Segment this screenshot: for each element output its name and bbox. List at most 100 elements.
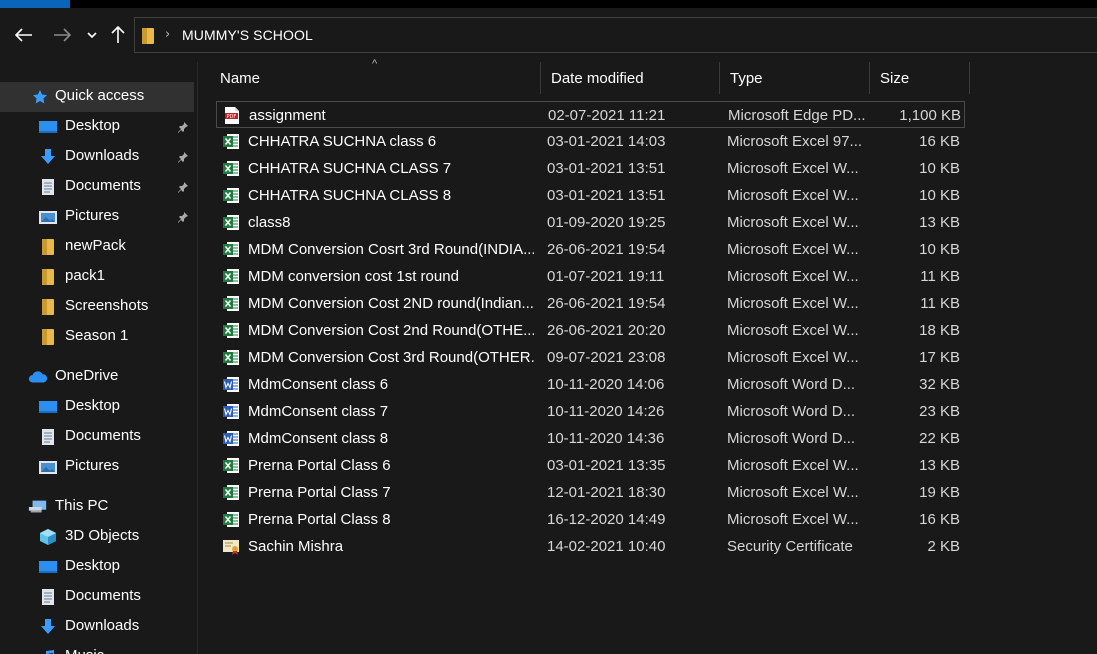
pictures-icon	[38, 458, 58, 476]
excel-icon	[222, 132, 240, 151]
file-name: Sachin Mishra	[248, 538, 344, 555]
sidebar-item-3d-objects[interactable]: 3D Objects	[0, 522, 197, 552]
breadcrumb-current-folder[interactable]: MUMMY'S SCHOOL	[182, 27, 313, 43]
address-bar[interactable]: › MUMMY'S SCHOOL	[134, 17, 1097, 53]
file-size: 1,100 KB	[899, 107, 961, 124]
folder-icon	[38, 268, 58, 286]
file-date-modified: 10-11-2020 14:36	[547, 430, 665, 447]
file-name: MDM Conversion Cost 3rd Round(OTHER...	[248, 349, 534, 366]
star-icon	[30, 88, 50, 106]
sidebar-item-onedrive[interactable]: OneDrive	[0, 362, 197, 392]
up-button[interactable]	[104, 22, 132, 48]
pin-icon[interactable]	[177, 120, 189, 137]
window-top-strip	[0, 0, 1097, 8]
file-size: 32 KB	[919, 376, 960, 393]
file-row[interactable]: CHHATRA SUCHNA CLASS 7 03-01-2021 13:51 Mi…	[216, 155, 965, 182]
column-separator[interactable]	[969, 62, 970, 94]
sidebar-item-pack1[interactable]: pack1	[0, 262, 197, 292]
file-date-modified: 16-12-2020 14:49	[547, 511, 666, 528]
file-row[interactable]: MDM Conversion Cost 3rd Round(OTHER... 09…	[216, 344, 965, 371]
file-row[interactable]: Prerna Portal Class 8 16-12-2020 14:49 Mic…	[216, 506, 965, 533]
file-type: Microsoft Excel W...	[727, 268, 859, 285]
file-row[interactable]: MdmConsent class 8 10-11-2020 14:36 Micros…	[216, 425, 965, 452]
file-row[interactable]: CHHATRA SUCHNA CLASS 8 03-01-2021 13:51 Mi…	[216, 182, 965, 209]
sidebar-item-desktop[interactable]: Desktop	[0, 552, 197, 582]
file-type: Microsoft Word D...	[727, 376, 856, 393]
file-row[interactable]: PDF assignment 02-07-2021 11:21 Microsoft E…	[216, 101, 965, 128]
sidebar-item-newpack[interactable]: newPack	[0, 232, 197, 262]
file-date-modified: 10-11-2020 14:06	[547, 376, 665, 393]
sidebar-item-pictures[interactable]: Pictures	[0, 452, 197, 482]
back-button[interactable]	[10, 22, 38, 48]
pane-divider[interactable]	[197, 62, 198, 654]
file-row[interactable]: Prerna Portal Class 6 03-01-2021 13:35 Mic…	[216, 452, 965, 479]
folder-icon	[38, 298, 58, 316]
desktop-icon	[38, 118, 58, 136]
sidebar-item-label: Desktop	[65, 117, 121, 134]
file-date-modified: 03-01-2021 13:51	[547, 160, 666, 177]
sidebar-item-documents[interactable]: Documents	[0, 172, 197, 202]
file-row[interactable]: MDM conversion cost 1st round 01-07-2021 …	[216, 263, 965, 290]
file-row[interactable]: MDM Conversion Cost 2nd Round(OTHE... 26-…	[216, 317, 965, 344]
sidebar-item-music[interactable]: Music	[0, 642, 197, 654]
excel-icon	[222, 510, 240, 529]
file-name: MDM Conversion Cost 2ND round(Indian...	[248, 295, 534, 312]
file-row[interactable]: Sachin Mishra 14-02-2021 10:40 Security Ce…	[216, 533, 965, 560]
sidebar-item-desktop[interactable]: Desktop	[0, 392, 197, 422]
excel-icon	[222, 456, 240, 475]
file-date-modified: 09-07-2021 23:08	[547, 349, 666, 366]
file-size: 13 KB	[919, 457, 960, 474]
folder-icon	[142, 28, 154, 44]
sidebar-item-label: Screenshots	[65, 297, 149, 314]
file-row[interactable]: MdmConsent class 7 10-11-2020 14:26 Micros…	[216, 398, 965, 425]
file-type: Microsoft Edge PD...	[728, 107, 866, 124]
sidebar-item-label: Documents	[65, 587, 141, 604]
file-type: Microsoft Excel W...	[727, 349, 859, 366]
forward-button[interactable]	[48, 22, 76, 48]
navigation-pane: Quick access Desktop Downloads Documents Pic…	[0, 76, 197, 654]
sidebar-item-downloads[interactable]: Downloads	[0, 142, 197, 172]
sidebar-item-season-1[interactable]: Season 1	[0, 322, 197, 352]
sidebar-item-label: Documents	[65, 177, 141, 194]
sidebar-item-quick-access[interactable]: Quick access	[0, 82, 194, 112]
breadcrumb-separator-icon: ›	[165, 27, 171, 42]
pin-icon[interactable]	[177, 180, 189, 197]
sidebar-item-screenshots[interactable]: Screenshots	[0, 292, 197, 322]
file-date-modified: 26-06-2021 20:20	[547, 322, 666, 339]
arrow-right-icon	[54, 28, 71, 42]
pin-icon[interactable]	[177, 210, 189, 227]
sidebar-item-downloads[interactable]: Downloads	[0, 612, 197, 642]
file-name: MdmConsent class 8	[248, 430, 389, 447]
sidebar-item-desktop[interactable]: Desktop	[0, 112, 197, 142]
download-icon	[38, 618, 58, 636]
excel-icon	[222, 186, 240, 205]
file-row[interactable]: class8 01-09-2020 19:25 Microsoft Excel W.…	[216, 209, 965, 236]
excel-icon	[222, 213, 240, 232]
column-header-date[interactable]: Date modified	[541, 62, 719, 94]
sidebar-item-label: Season 1	[65, 327, 129, 344]
column-header-type[interactable]: Type	[720, 62, 869, 94]
column-size-label: Size	[880, 69, 910, 87]
pin-icon[interactable]	[177, 150, 189, 167]
sidebar-item-this-pc[interactable]: This PC	[0, 492, 197, 522]
file-type: Microsoft Excel W...	[727, 187, 859, 204]
file-size: 16 KB	[919, 511, 960, 528]
column-header-size[interactable]: Size	[870, 62, 969, 94]
sidebar-item-documents[interactable]: Documents	[0, 422, 197, 452]
file-row[interactable]: CHHATRA SUCHNA class 6 03-01-2021 14:03 Mi…	[216, 128, 965, 155]
sidebar-item-documents[interactable]: Documents	[0, 582, 197, 612]
word-icon	[222, 402, 240, 421]
file-name: MDM Conversion Cost 2nd Round(OTHE...	[248, 322, 534, 339]
file-row[interactable]: MDM Conversion Cost 2ND round(Indian... 2…	[216, 290, 965, 317]
sidebar-item-pictures[interactable]: Pictures	[0, 202, 197, 232]
column-header-name[interactable]: Name ^	[210, 58, 540, 94]
download-icon	[38, 148, 58, 166]
file-row[interactable]: MDM Conversion Cosrt 3rd Round(INDIA... 2…	[216, 236, 965, 263]
recent-locations-button[interactable]	[80, 22, 104, 48]
file-row[interactable]: Prerna Portal Class 7 12-01-2021 18:30 Mic…	[216, 479, 965, 506]
file-size: 10 KB	[919, 187, 960, 204]
file-name: Prerna Portal Class 6	[248, 457, 391, 474]
file-row[interactable]: MdmConsent class 6 10-11-2020 14:06 Micros…	[216, 371, 965, 398]
file-date-modified: 02-07-2021 11:21	[548, 107, 666, 124]
excel-icon	[222, 240, 240, 259]
